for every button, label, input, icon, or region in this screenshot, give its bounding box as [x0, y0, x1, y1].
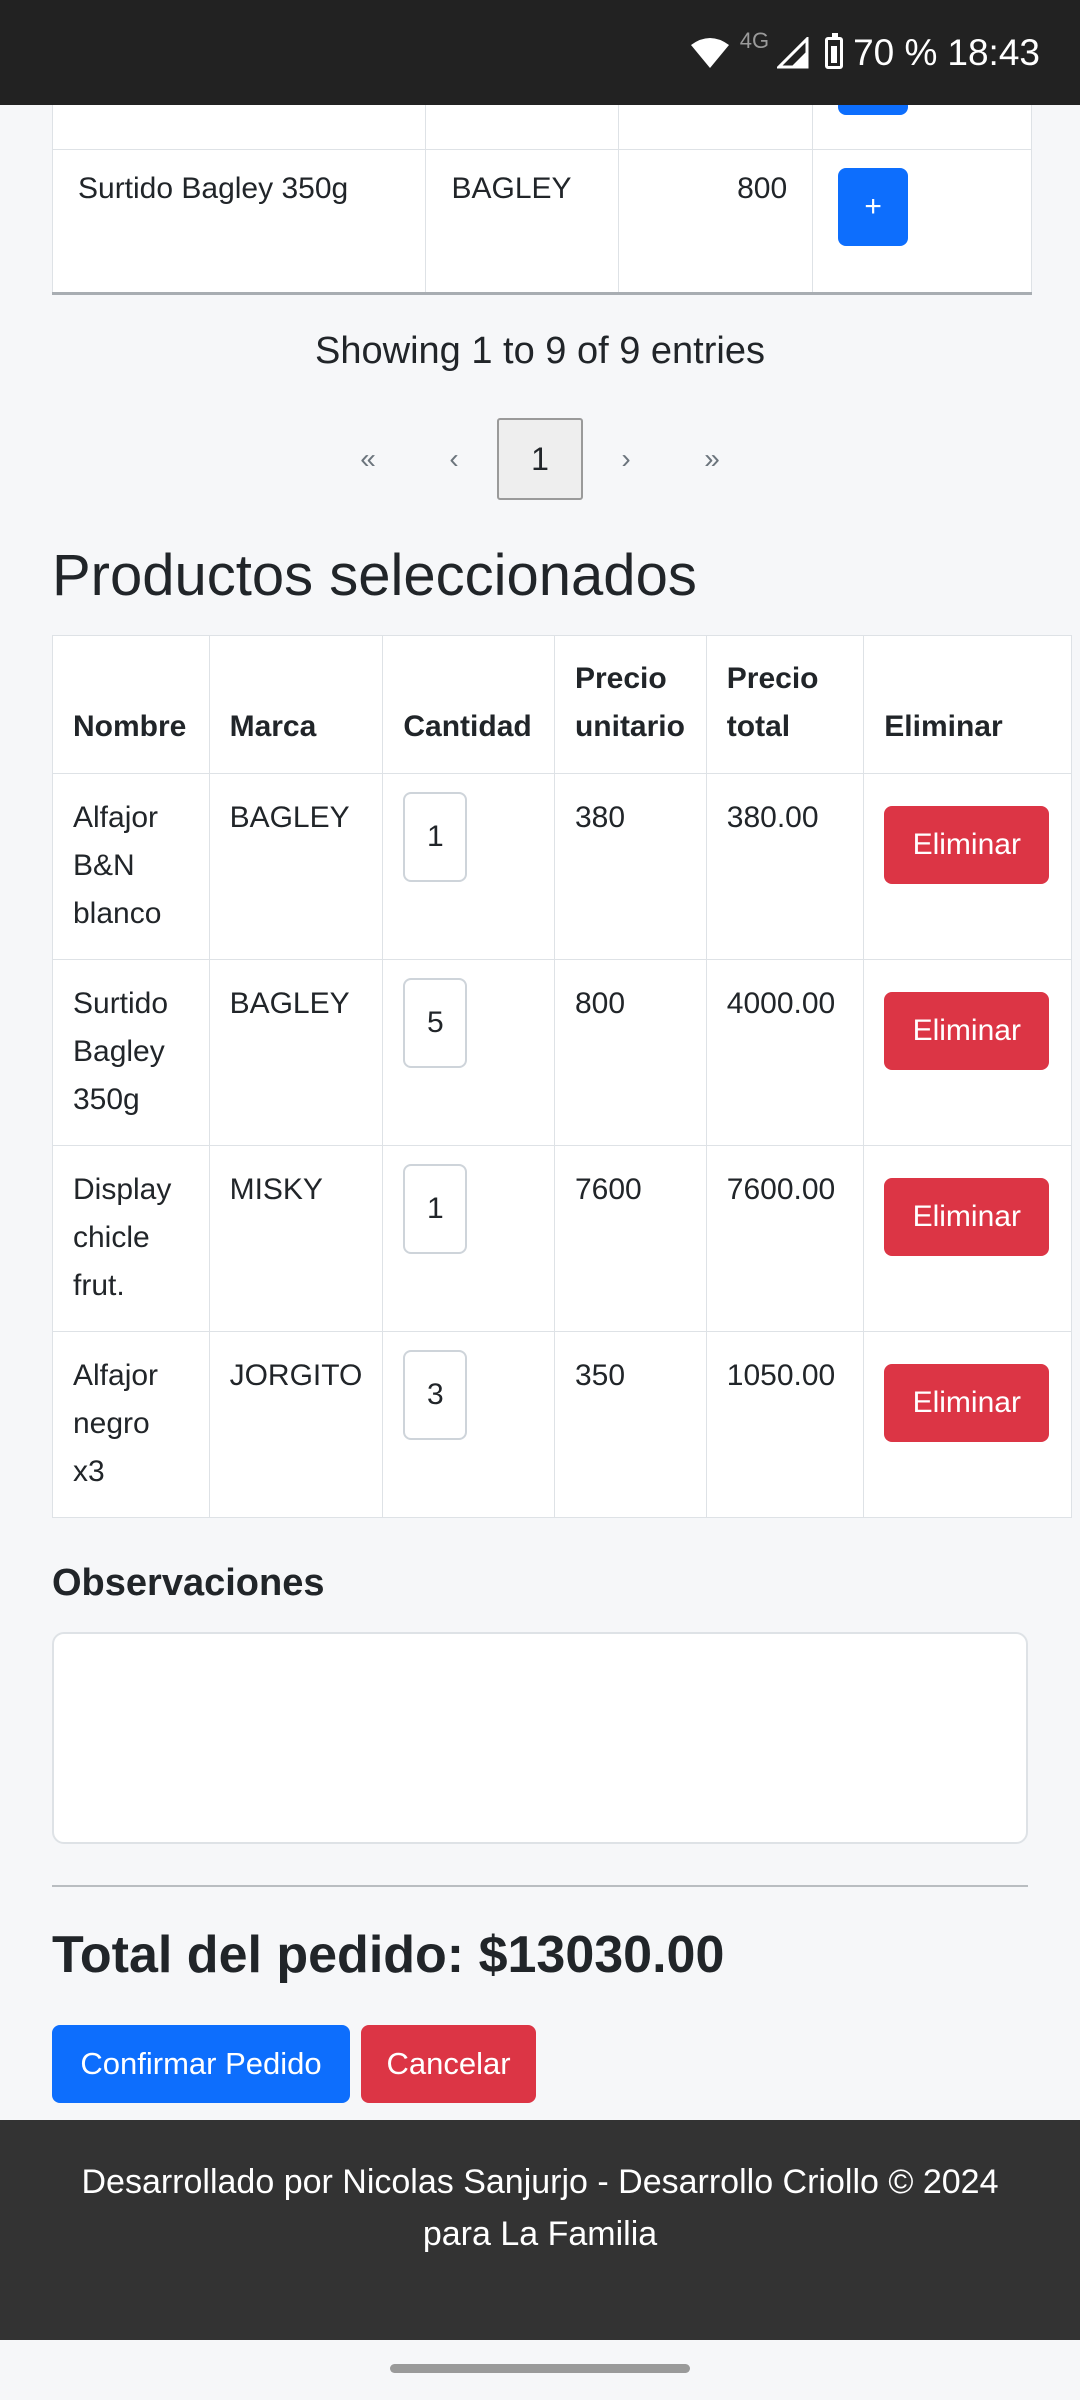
table-header-row: Nombre Marca Cantidad Precio unitario Pr…: [52, 635, 1072, 774]
footer: Desarrollado por Nicolas Sanjurjo - Desa…: [0, 2120, 1080, 2340]
header-nombre: Nombre: [52, 635, 210, 774]
cell-precio-unitario: 380: [553, 773, 707, 960]
cell-marca: BAGLEY: [425, 148, 620, 294]
cell-nombre: Surtido Bagley 350g: [52, 959, 210, 1146]
table-row: Surtido Bagley 350g BAGLEY 5 800 4000.00…: [52, 959, 1072, 1146]
table-row: Surtido Bagley 350g BAGLEY 800 +: [51, 148, 1032, 294]
network-type: 4G: [739, 27, 770, 53]
divider: [52, 1885, 1028, 1887]
signal-icon: [777, 36, 809, 69]
quantity-input[interactable]: 5: [403, 978, 468, 1068]
cell-precio-total: 1050.00: [705, 1331, 865, 1518]
battery-level: 70 %: [853, 31, 938, 73]
observaciones-textarea[interactable]: [52, 1632, 1028, 1844]
confirm-order-button[interactable]: Confirmar Pedido: [52, 2025, 350, 2103]
first-page-button[interactable]: «: [325, 418, 411, 500]
last-page-button[interactable]: »: [669, 418, 755, 500]
pagination: « ‹ 1 › »: [0, 418, 1080, 500]
footer-credit: Desarrollado por Nicolas Sanjurjo - Desa…: [81, 2163, 999, 2201]
cell-marca: BAGLEY: [208, 959, 384, 1146]
table-row-clipped: [51, 105, 1032, 150]
order-total: Total del pedido: $13030.00: [52, 1926, 725, 1984]
cell-precio-total: 4000.00: [705, 959, 865, 1146]
add-button[interactable]: +: [838, 167, 909, 246]
table-row: Display chicle frut. MISKY 1 7600 7600.0…: [52, 1145, 1072, 1332]
quantity-input[interactable]: 1: [403, 1164, 468, 1254]
cancel-button[interactable]: Cancelar: [361, 2025, 536, 2103]
header-cantidad: Cantidad: [382, 635, 555, 774]
cell-marca: JORGITO: [208, 1331, 384, 1518]
cell-nombre: Alfajor negro x3: [52, 1331, 210, 1518]
delete-button[interactable]: Eliminar: [884, 1178, 1050, 1256]
delete-button[interactable]: Eliminar: [884, 806, 1050, 884]
cell-precio-unitario: 350: [553, 1331, 707, 1518]
selected-products-table: Nombre Marca Cantidad Precio unitario Pr…: [52, 635, 1072, 1518]
cell-marca: BAGLEY: [208, 773, 384, 960]
wifi-icon: [690, 37, 730, 69]
table-row: Alfajor B&N blanco BAGLEY 1 380 380.00 E…: [52, 773, 1072, 960]
cell-nombre: Surtido Bagley 350g: [51, 148, 427, 294]
next-page-button[interactable]: ›: [583, 418, 669, 500]
battery-icon: [825, 32, 844, 69]
table-row: Alfajor negro x3 JORGITO 3 350 1050.00 E…: [52, 1331, 1072, 1518]
entries-info: Showing 1 to 9 of 9 entries: [315, 330, 765, 372]
products-table: Surtido Bagley 350g BAGLEY 800 +: [51, 105, 1032, 295]
delete-button[interactable]: Eliminar: [884, 992, 1050, 1070]
cell-precio: 800: [618, 148, 814, 294]
selected-products-title: Productos seleccionados: [52, 543, 697, 608]
prev-page-button[interactable]: ‹: [411, 418, 497, 500]
header-eliminar: Eliminar: [863, 635, 1072, 774]
cell-precio-unitario: 800: [553, 959, 707, 1146]
header-precio-total: Precio total: [705, 635, 865, 774]
clock: 18:43: [947, 31, 1040, 73]
home-indicator[interactable]: [390, 2364, 690, 2373]
observaciones-label: Observaciones: [52, 1562, 325, 1604]
add-button[interactable]: [838, 105, 909, 115]
cell-marca: MISKY: [208, 1145, 384, 1332]
cell-precio-total: 7600.00: [705, 1145, 865, 1332]
header-marca: Marca: [208, 635, 384, 774]
cell-precio-total: 380.00: [705, 773, 865, 960]
page-button-current[interactable]: 1: [497, 418, 583, 500]
header-precio-unitario: Precio unitario: [553, 635, 707, 774]
cell-nombre: Display chicle frut.: [52, 1145, 210, 1332]
delete-button[interactable]: Eliminar: [884, 1364, 1050, 1442]
quantity-input[interactable]: 1: [403, 792, 468, 882]
quantity-input[interactable]: 3: [403, 1350, 468, 1440]
status-bar: 4G 70 % 18:43: [0, 0, 1080, 105]
cell-precio-unitario: 7600: [553, 1145, 707, 1332]
cell-nombre: Alfajor B&N blanco: [52, 773, 210, 960]
footer-credit-line2: para La Familia: [422, 2215, 658, 2253]
